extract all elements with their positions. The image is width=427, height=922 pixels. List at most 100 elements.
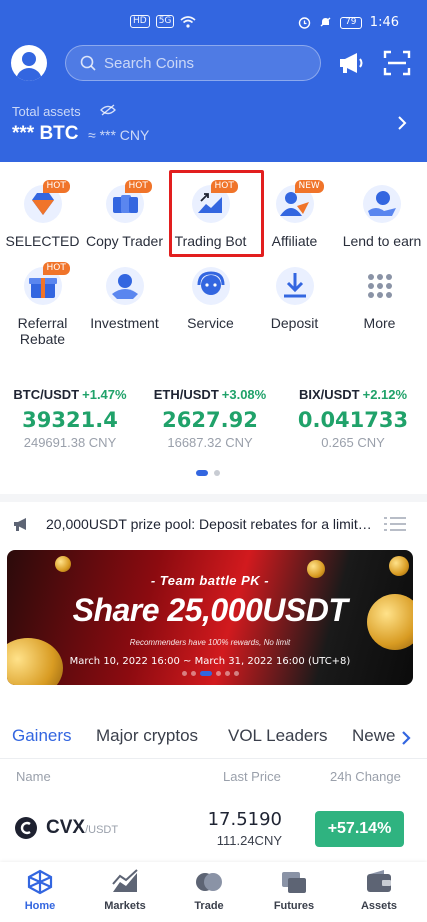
nav-assets[interactable]: Assets bbox=[344, 868, 414, 912]
nav-home[interactable]: Home bbox=[5, 868, 75, 912]
banner-kicker: - Team battle PK - bbox=[150, 573, 270, 588]
column-header-last-price: Last Price bbox=[223, 769, 281, 784]
tab-major-cryptos[interactable]: Major cryptos bbox=[96, 726, 198, 746]
ticker-change: +2.12% bbox=[362, 387, 408, 402]
feature-investment[interactable]: Investment bbox=[82, 254, 167, 334]
futures-icon bbox=[282, 872, 306, 893]
hot-badge: HOT bbox=[42, 262, 70, 275]
mute-icon bbox=[320, 17, 331, 27]
feature-label: Service bbox=[187, 315, 234, 331]
feature-referral-rebate[interactable]: HOT Referral Rebate bbox=[0, 254, 85, 347]
deposit-icon bbox=[275, 267, 314, 305]
coin-quote: /USDT bbox=[85, 824, 119, 836]
feature-lend-to-earn[interactable]: Lend to earn bbox=[337, 172, 427, 252]
alarm-icon bbox=[298, 17, 310, 29]
status-bar: HD 5G 79 1:46 bbox=[0, 12, 427, 34]
total-assets-label: Total assets bbox=[12, 104, 81, 119]
nav-futures[interactable]: Futures bbox=[259, 868, 329, 912]
section-divider bbox=[0, 494, 427, 502]
nav-markets[interactable]: Markets bbox=[90, 868, 160, 912]
bottom-nav: Home Markets Trade Futures Assets bbox=[0, 862, 427, 922]
ticker-change: +1.47% bbox=[82, 387, 127, 402]
announcement-bar[interactable]: 20,000USDT prize pool: Deposit rebates f… bbox=[12, 513, 415, 535]
ticker-pair: ETH/USDT bbox=[153, 387, 219, 402]
coin-last-price: 17.5190 bbox=[207, 809, 282, 830]
banner-subtext: Recommenders have 100% rewards, No limit bbox=[129, 638, 291, 647]
nav-trade[interactable]: Trade bbox=[174, 868, 244, 912]
clock: 1:46 bbox=[369, 15, 399, 30]
ticker-cny: 16687.32 CNY bbox=[167, 435, 253, 450]
feature-deposit[interactable]: Deposit bbox=[252, 254, 337, 334]
megaphone-icon[interactable] bbox=[337, 50, 365, 76]
total-assets-cny: ≈ *** CNY bbox=[88, 127, 150, 143]
ticker-price: 2627.92 bbox=[162, 408, 258, 432]
trading-bot-highlight bbox=[169, 170, 264, 257]
search-input[interactable] bbox=[104, 54, 304, 72]
ticker-pair: BTC/USDT bbox=[13, 387, 80, 402]
hot-badge: HOT bbox=[124, 180, 152, 193]
feature-label: Affiliate bbox=[271, 233, 318, 249]
tab-new-listings[interactable]: Newe bbox=[352, 726, 395, 746]
table-row[interactable]: CVX/USDT 17.5190 111.24CNY +57.14% bbox=[0, 800, 427, 858]
new-badge: NEW bbox=[294, 180, 324, 193]
banner-pagination bbox=[182, 671, 239, 676]
avatar[interactable] bbox=[11, 45, 47, 81]
coin-symbol: CVX/USDT bbox=[46, 817, 119, 838]
feature-selected[interactable]: HOT SELECTED bbox=[0, 172, 85, 252]
change-badge[interactable]: +57.14% bbox=[315, 811, 404, 847]
list-icon[interactable] bbox=[384, 516, 406, 532]
nav-label: Home bbox=[24, 900, 56, 912]
search-icon bbox=[80, 55, 96, 71]
tab-gainers[interactable]: Gainers bbox=[12, 726, 72, 746]
ticker-pair: BIX/USDT bbox=[298, 387, 360, 402]
investment-icon bbox=[105, 267, 144, 305]
ticker-price: 39321.4 bbox=[22, 408, 118, 432]
feature-label: Referral Rebate bbox=[17, 315, 68, 347]
ticker-carousel: BTC/USDT +1.47% 39321.4 249691.38 CNY ETH… bbox=[0, 387, 427, 457]
scan-icon[interactable] bbox=[383, 50, 411, 76]
wallet-icon bbox=[367, 870, 391, 892]
feature-service[interactable]: Service bbox=[168, 254, 253, 334]
market-tabs: Gainers Major cryptos VOL Leaders Newe bbox=[0, 722, 427, 756]
nav-label: Assets bbox=[360, 900, 398, 912]
active-tab-indicator bbox=[12, 34, 70, 36]
header: HD 5G 79 1:46 Total assets *** BTC ≈ ***… bbox=[0, 0, 427, 162]
chevron-right-icon[interactable] bbox=[401, 730, 411, 746]
network-indicator: 5G bbox=[155, 15, 175, 28]
trade-icon bbox=[196, 873, 222, 891]
ticker-pagination bbox=[196, 470, 220, 476]
feature-label: Copy Trader bbox=[85, 233, 164, 249]
ticker-price: 0.041733 bbox=[297, 408, 409, 432]
nav-label: Futures bbox=[273, 900, 315, 912]
feature-more[interactable]: More bbox=[337, 254, 422, 334]
announcement-text: 20,000USDT prize pool: Deposit rebates f… bbox=[46, 516, 376, 532]
feature-label: Lend to earn bbox=[342, 233, 422, 249]
hd-indicator: HD bbox=[130, 15, 150, 28]
home-network-icon bbox=[27, 869, 53, 895]
tab-vol-leaders[interactable]: VOL Leaders bbox=[228, 726, 328, 746]
cvx-logo-icon bbox=[15, 817, 37, 839]
chevron-right-icon[interactable] bbox=[397, 115, 407, 131]
page-dot-active bbox=[196, 470, 208, 476]
search-bar[interactable] bbox=[65, 45, 321, 81]
headset-icon bbox=[191, 267, 230, 305]
eye-hidden-icon[interactable] bbox=[100, 104, 116, 116]
ticker-btc[interactable]: BTC/USDT +1.47% 39321.4 249691.38 CNY bbox=[0, 387, 140, 450]
speaker-icon bbox=[14, 518, 26, 531]
promo-banner[interactable]: - Team battle PK - Share 25,000USDT Reco… bbox=[7, 550, 413, 685]
tabs-divider bbox=[0, 758, 427, 759]
nav-label: Trade bbox=[194, 900, 224, 912]
feature-copy-trader[interactable]: HOT Copy Trader bbox=[82, 172, 167, 252]
total-assets-value: *** BTC bbox=[12, 123, 79, 144]
ticker-bix[interactable]: BIX/USDT +2.12% 0.041733 0.265 CNY bbox=[283, 387, 423, 450]
ticker-eth[interactable]: ETH/USDT +3.08% 2627.92 16687.32 CNY bbox=[140, 387, 280, 450]
ticker-cny: 249691.38 CNY bbox=[23, 435, 117, 450]
banner-headline: Share 25,000USDT bbox=[72, 592, 348, 628]
grid-more-icon bbox=[367, 274, 392, 298]
column-header-24h-change: 24h Change bbox=[330, 769, 401, 784]
feature-affiliate[interactable]: NEW Affiliate bbox=[252, 172, 337, 252]
hot-badge: HOT bbox=[42, 180, 70, 193]
banner-dates: March 10, 2022 16:00 ~ March 31, 2022 16… bbox=[69, 656, 351, 667]
battery-indicator: 79 bbox=[339, 16, 362, 29]
feature-label: Deposit bbox=[270, 315, 319, 331]
